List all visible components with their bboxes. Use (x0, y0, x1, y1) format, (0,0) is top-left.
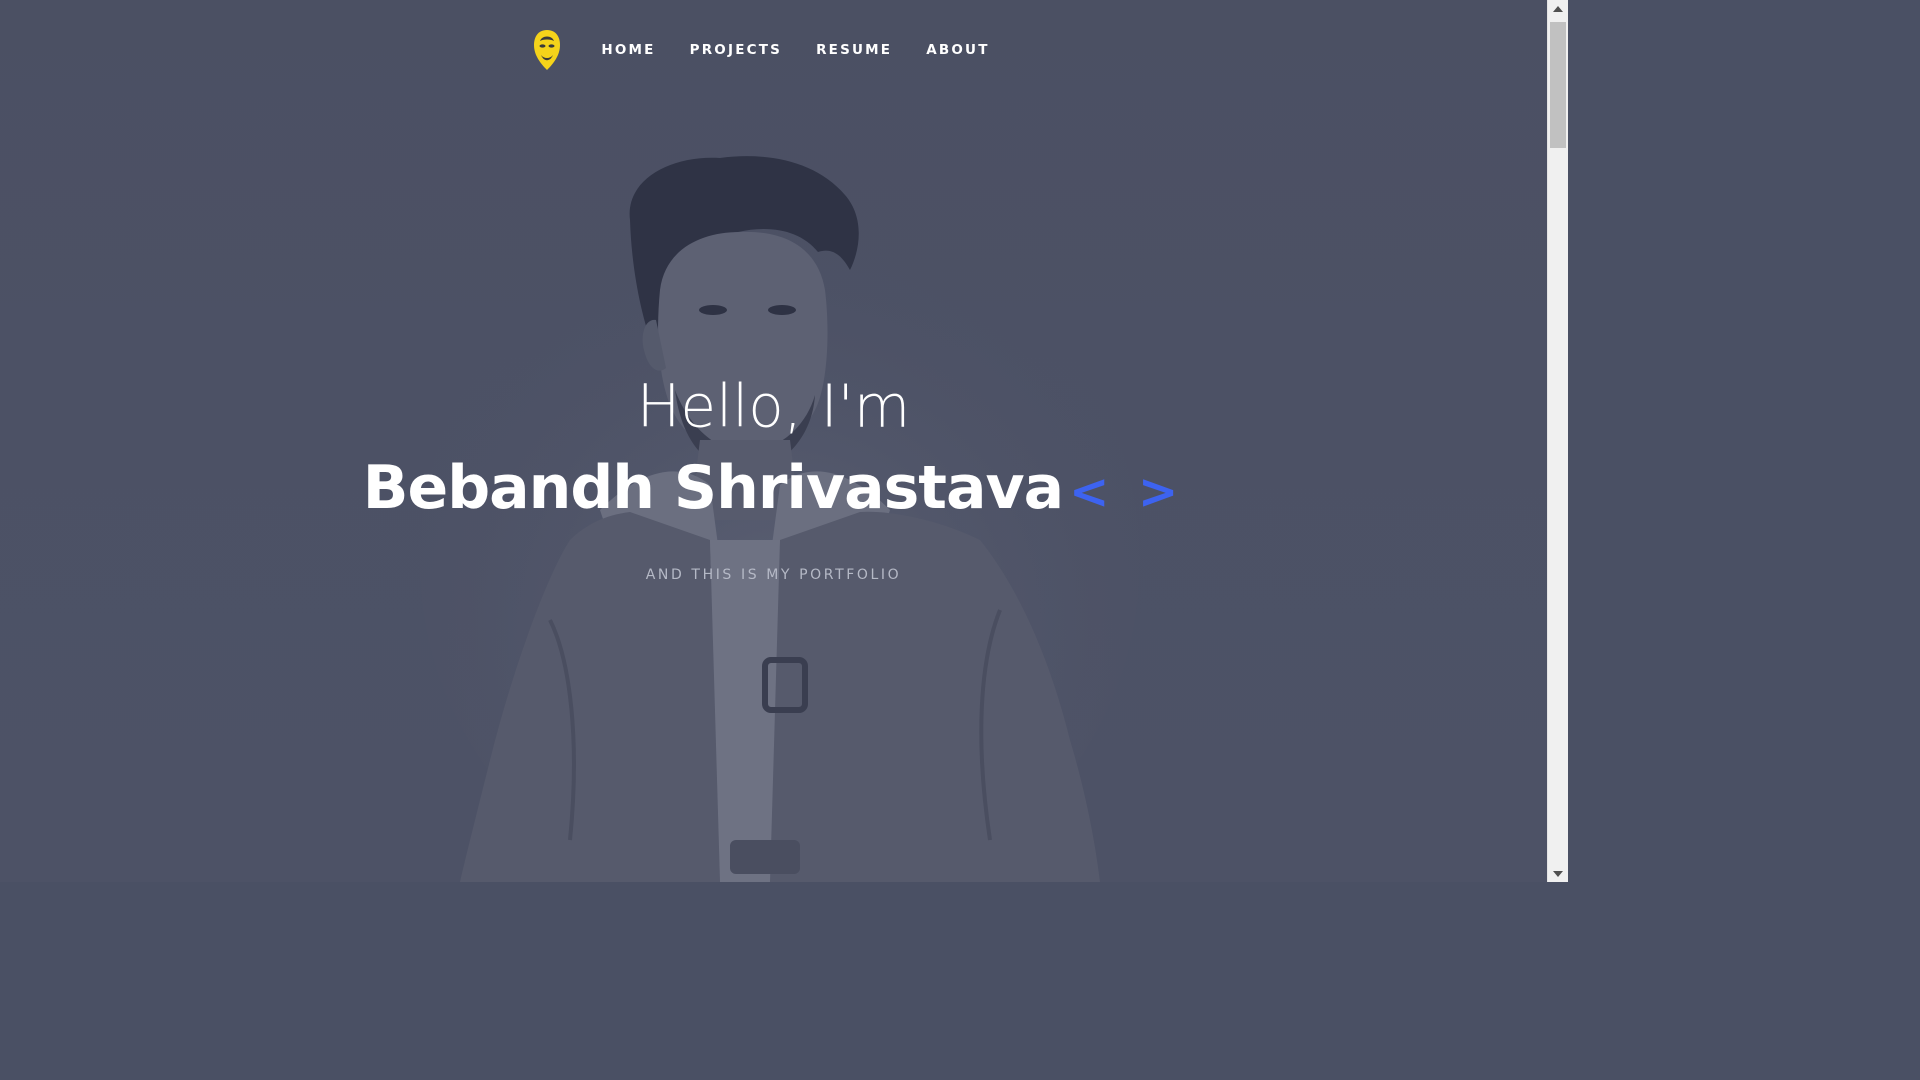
hero-tagline: AND THIS IS MY PORTFOLIO (645, 567, 902, 583)
nav-link-about[interactable]: ABOUT (926, 42, 989, 58)
vertical-scrollbar[interactable] (1547, 0, 1568, 882)
avatar-logo-icon[interactable] (532, 29, 562, 71)
scroll-up-arrow-icon[interactable] (1548, 0, 1568, 17)
hero-name-line: Bebandh Shrivastava < > (0, 448, 1547, 543)
scrollbar-thumb[interactable] (1550, 22, 1566, 148)
code-brackets-icon: < > (1069, 464, 1185, 520)
page-viewport: HOME PROJECTS RESUME ABOUT Hello, I'm Be… (0, 0, 1547, 882)
hero-name: Bebandh Shrivastava (362, 453, 1064, 523)
main-navigation: HOME PROJECTS RESUME ABOUT (0, 28, 1547, 72)
scroll-down-arrow-icon[interactable] (1548, 865, 1568, 882)
hero-section: Hello, I'm Bebandh Shrivastava < > AND TH… (0, 370, 1547, 583)
hero-greeting: Hello, I'm (636, 371, 911, 441)
nav-link-projects[interactable]: PROJECTS (690, 42, 782, 58)
nav-link-home[interactable]: HOME (601, 42, 655, 58)
nav-link-resume[interactable]: RESUME (816, 42, 892, 58)
